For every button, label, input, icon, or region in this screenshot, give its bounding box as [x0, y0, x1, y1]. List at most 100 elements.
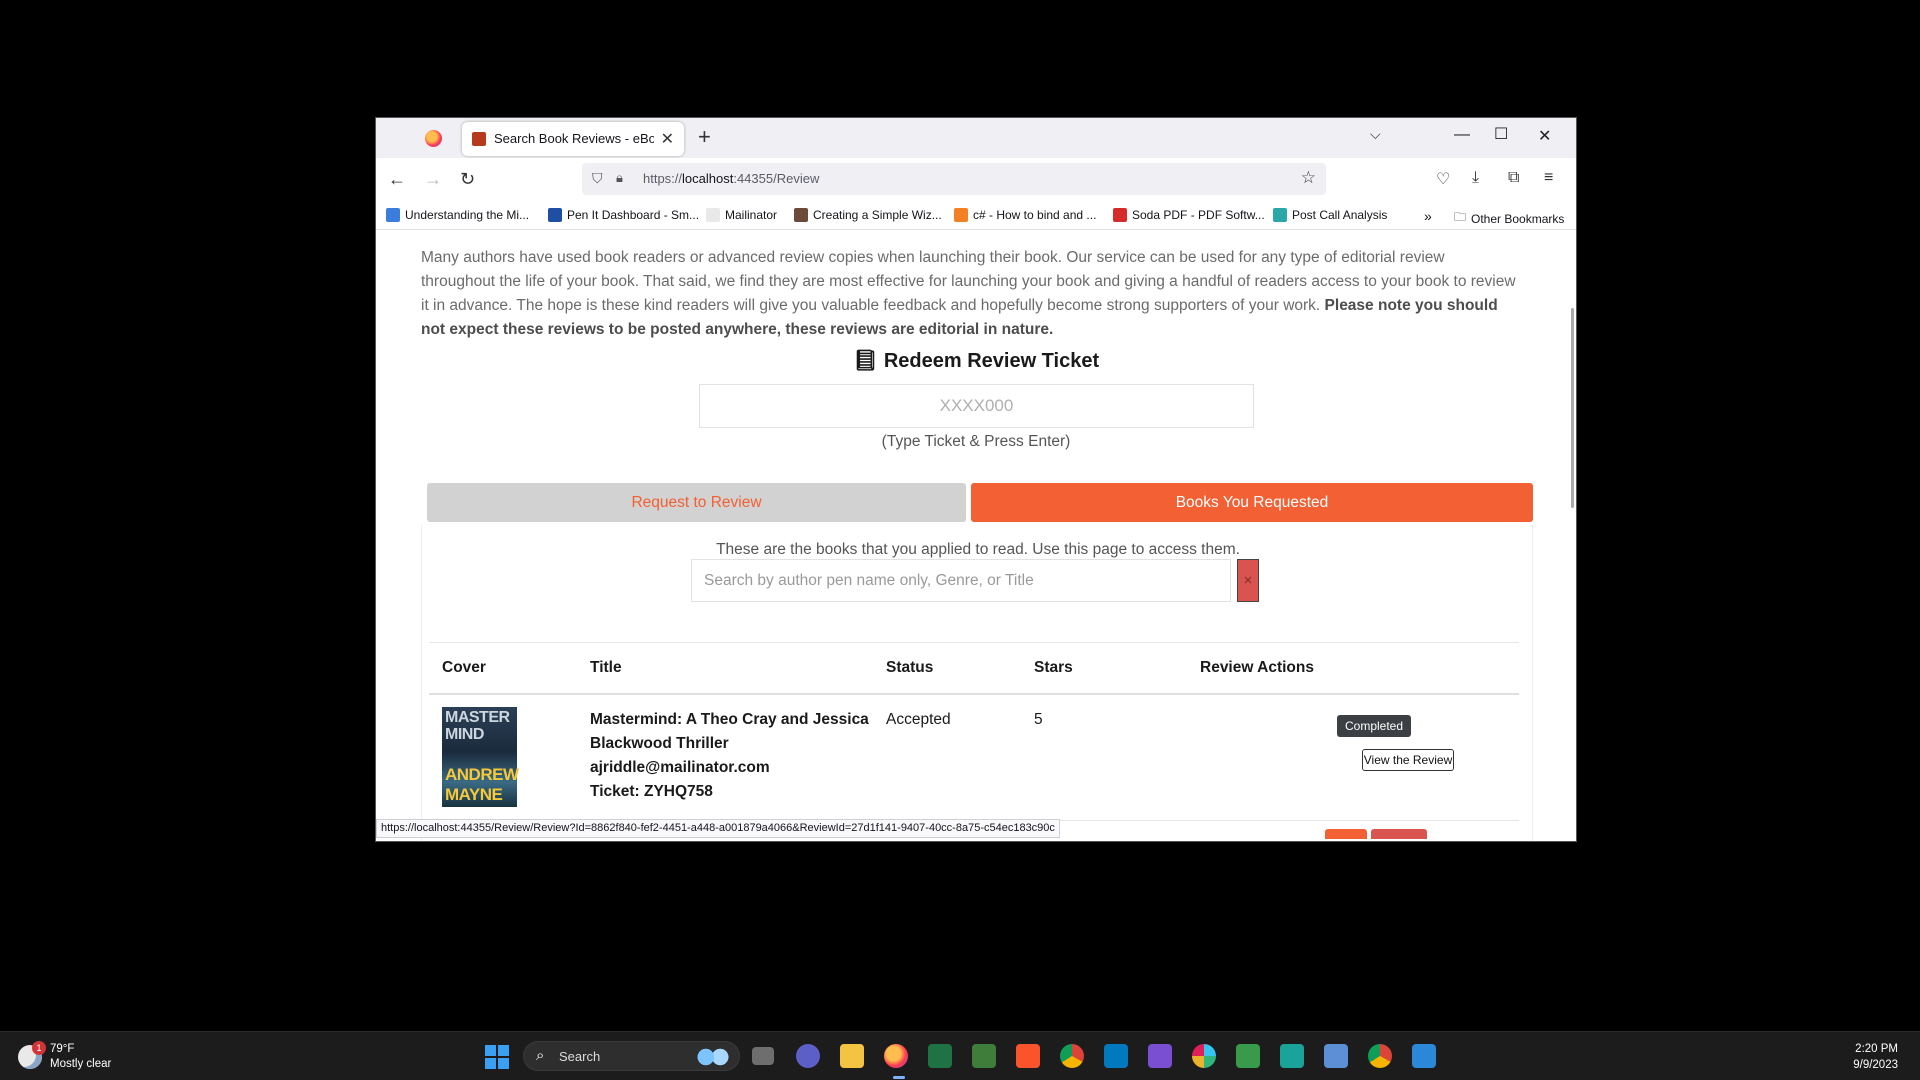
scrollbar[interactable] — [1571, 308, 1574, 508]
book-cover[interactable]: MASTER MIND ANDREW MAYNE — [442, 707, 519, 807]
reload-icon[interactable]: ↻ — [460, 169, 475, 190]
bookmark-label: Pen It Dashboard - Sm... — [567, 208, 700, 222]
bookmark-label: Understanding the Mi... — [405, 208, 530, 222]
slack-icon[interactable] — [1192, 1044, 1216, 1068]
bookmark-item[interactable]: Understanding the Mi... — [386, 208, 529, 222]
next-row-button[interactable] — [1371, 829, 1427, 839]
bookmark-label: c# - How to bind and ... — [973, 208, 1097, 222]
tab-search-book-reviews[interactable]: Search Book Reviews - eBookFa ✕ — [462, 122, 684, 156]
tab-title: Search Book Reviews - eBookFa — [494, 131, 654, 146]
tab-books-you-requested[interactable]: Books You Requested — [971, 483, 1533, 522]
lock-icon[interactable]: 🔒︎ — [616, 170, 623, 186]
stars-value: 5 — [1034, 711, 1043, 728]
book-icon: 📘︎ — [852, 350, 879, 372]
search-highlight-icon — [695, 1047, 731, 1067]
chrome-icon[interactable] — [1060, 1044, 1084, 1068]
close-tab-icon[interactable]: ✕ — [661, 129, 674, 149]
other-bookmarks[interactable]: 🗀︎ Other Bookmarks — [1454, 208, 1564, 229]
chrome-icon[interactable] — [1368, 1044, 1392, 1068]
weather-widget[interactable]: 1 79°F Mostly clear — [18, 1041, 111, 1072]
bookmark-item[interactable]: Pen It Dashboard - Sm... — [548, 208, 699, 222]
bookmark-icon — [1113, 208, 1127, 222]
forward-icon[interactable]: → — [424, 169, 442, 190]
clear-search-button[interactable]: × — [1237, 559, 1259, 602]
pocket-icon[interactable]: ♡ — [1436, 169, 1450, 189]
bookmark-label: Soda PDF - PDF Softw... — [1132, 208, 1265, 222]
minimize-icon[interactable]: — — [1454, 126, 1470, 144]
app-icon[interactable] — [1236, 1044, 1260, 1068]
url-text[interactable]: https://localhost:44355/Review — [643, 171, 819, 186]
maximize-icon[interactable]: ☐ — [1494, 124, 1508, 144]
app-icon[interactable] — [972, 1044, 996, 1068]
book-title: Mastermind: A Theo Cray and Jessica Blac… — [590, 711, 869, 752]
download-icon[interactable]: ⤓ — [1472, 169, 1479, 187]
clock-date: 9/9/2023 — [1853, 1059, 1898, 1071]
bookmark-icon — [706, 208, 720, 222]
active-app-indicator — [893, 1076, 905, 1079]
view-review-button[interactable]: View the Review — [1362, 749, 1454, 771]
column-header-review-actions: Review Actions — [1200, 659, 1314, 676]
search-input[interactable] — [691, 559, 1231, 602]
back-icon[interactable]: ← — [388, 169, 406, 190]
app-icon[interactable] — [1280, 1044, 1304, 1068]
bookmark-label: Post Call Analysis — [1292, 208, 1388, 222]
shield-icon[interactable]: ⛉ — [592, 170, 603, 187]
brave-icon[interactable] — [1016, 1044, 1040, 1068]
extensions-icon[interactable]: ⧉ — [1508, 169, 1519, 187]
ticket-input[interactable] — [699, 384, 1254, 428]
url-host: localhost — [682, 171, 734, 186]
moon-icon: 1 — [18, 1041, 46, 1069]
more-bookmarks-icon[interactable]: » — [1424, 208, 1432, 224]
file-explorer-icon[interactable] — [840, 1044, 864, 1068]
bookmark-item[interactable]: Soda PDF - PDF Softw... — [1113, 208, 1265, 222]
bookmark-item[interactable]: c# - How to bind and ... — [954, 208, 1096, 222]
close-window-icon[interactable]: ✕ — [1538, 126, 1551, 146]
excel-icon[interactable] — [928, 1044, 952, 1068]
notification-badge: 1 — [32, 1041, 46, 1055]
start-icon[interactable] — [485, 1045, 509, 1069]
taskbar-search[interactable]: ⌕ Search — [523, 1041, 740, 1071]
status-badge: Completed — [1337, 715, 1411, 737]
ticket-hint: (Type Ticket & Press Enter) — [881, 433, 1071, 450]
chat-icon[interactable] — [796, 1044, 820, 1068]
url-bar[interactable]: ⛉ 🔒︎ https://localhost:44355/Review ☆ — [582, 163, 1326, 195]
tab-request-to-review[interactable]: Request to Review — [427, 483, 966, 522]
bookmark-item[interactable]: Post Call Analysis — [1273, 208, 1387, 222]
bookmark-item[interactable]: Mailinator — [706, 208, 777, 222]
cover-author: ANDREW MAYNE — [445, 765, 519, 804]
visual-studio-icon[interactable] — [1148, 1044, 1172, 1068]
system-clock[interactable]: 2:20 PM 9/9/2023 — [1853, 1041, 1898, 1073]
reader-email: ajriddle@mailinator.com — [590, 759, 770, 776]
app-icon[interactable] — [1324, 1044, 1348, 1068]
redeem-heading-label: Redeem Review Ticket — [883, 350, 1100, 372]
task-view-icon[interactable] — [752, 1047, 774, 1065]
new-tab-icon[interactable]: + — [698, 124, 711, 150]
ticket-code: Ticket: ZYHQ758 — [590, 783, 713, 800]
weather-text: 79°F Mostly clear — [50, 1042, 111, 1072]
bookmark-label: Mailinator — [725, 208, 778, 222]
firefox-icon[interactable] — [425, 130, 442, 147]
firefox-taskbar-icon[interactable] — [884, 1044, 908, 1068]
bookmark-star-icon[interactable]: ☆ — [1301, 168, 1316, 188]
next-row-button[interactable] — [1325, 829, 1367, 839]
site-favicon-icon — [472, 132, 486, 146]
books-table: Cover Title Status Stars Review Actions … — [429, 642, 1519, 839]
browser-window: Search Book Reviews - eBookFa ✕ + ⌵ — ☐ … — [375, 117, 1577, 842]
menu-icon[interactable]: ≡ — [1544, 169, 1553, 187]
navigation-bar: ← → ↻ ⛉ 🔒︎ https://localhost:44355/Revie… — [376, 158, 1576, 202]
bookmarks-bar: Understanding the Mi... Pen It Dashboard… — [376, 202, 1576, 230]
clock-time: 2:20 PM — [1855, 1043, 1898, 1055]
bookmark-icon — [794, 208, 808, 222]
temperature: 79°F — [50, 1043, 75, 1055]
bookmark-label: Creating a Simple Wiz... — [813, 208, 942, 222]
app-icon[interactable] — [1412, 1044, 1436, 1068]
taskbar-search-label: Search — [559, 1049, 601, 1064]
header-divider — [429, 693, 1519, 695]
requested-books-panel: These are the books that you applied to … — [421, 525, 1533, 841]
bookmark-item[interactable]: Creating a Simple Wiz... — [794, 208, 942, 222]
trello-icon[interactable] — [1104, 1044, 1128, 1068]
chevron-down-icon[interactable]: ⌵ — [1370, 126, 1381, 143]
bookmark-icon — [954, 208, 968, 222]
tab-bar: Search Book Reviews - eBookFa ✕ + ⌵ — ☐ … — [376, 118, 1576, 158]
column-header-stars: Stars — [1034, 659, 1073, 676]
